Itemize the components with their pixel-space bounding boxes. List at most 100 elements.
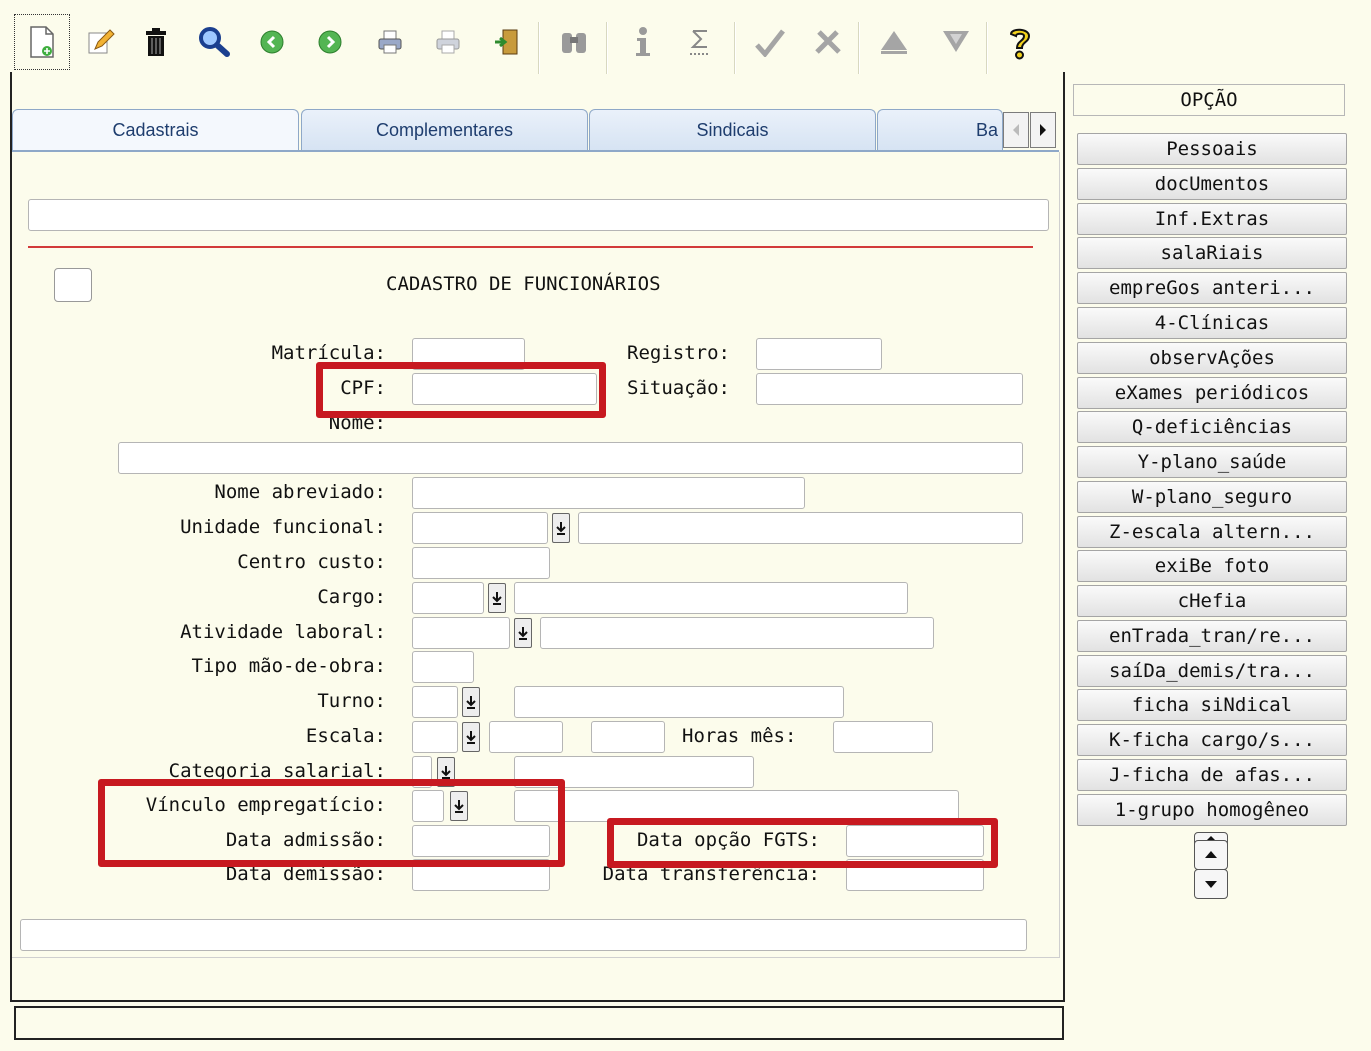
side-button-ficha-sindical[interactable]: ficha siNdical bbox=[1077, 689, 1347, 721]
side-button-exibe-foto[interactable]: exiBe foto bbox=[1077, 550, 1347, 582]
side-button-entrada-transferencia[interactable]: enTrada_tran/re... bbox=[1077, 620, 1347, 652]
horas-mes-input[interactable] bbox=[833, 721, 933, 753]
binoculars-icon[interactable] bbox=[556, 24, 592, 60]
download-arrow-icon bbox=[466, 731, 476, 744]
side-button-label: enTrada_tran/re... bbox=[1109, 625, 1315, 647]
scroll-up-button[interactable] bbox=[1194, 840, 1228, 870]
side-button-grupo-homogeneo[interactable]: 1-grupo homogêneo bbox=[1077, 794, 1347, 826]
tipo-mao-obra-input[interactable] bbox=[412, 651, 474, 683]
escala-field-2[interactable] bbox=[489, 721, 563, 753]
previous-record-icon[interactable] bbox=[254, 24, 290, 60]
side-button-inf-extras[interactable]: Inf.Extras bbox=[1077, 203, 1347, 235]
record-checkbox[interactable] bbox=[54, 268, 92, 302]
option-header: OPÇÃO bbox=[1073, 84, 1345, 116]
bottom-message-field[interactable] bbox=[20, 919, 1027, 951]
search-magnifier-icon[interactable] bbox=[196, 24, 232, 60]
new-document-icon[interactable] bbox=[14, 14, 70, 70]
toolbar-separator bbox=[986, 22, 988, 74]
nome-abreviado-input[interactable] bbox=[412, 477, 805, 509]
trash-icon[interactable] bbox=[138, 24, 174, 60]
side-button-plano-seguro[interactable]: W-plano_seguro bbox=[1077, 481, 1347, 513]
side-button-saida-demissao[interactable]: saíDa_demis/tra... bbox=[1077, 655, 1347, 687]
atividade-laboral-desc-input[interactable] bbox=[540, 617, 934, 649]
unidade-funcional-desc-input[interactable] bbox=[578, 512, 1023, 544]
registro-input[interactable] bbox=[756, 338, 882, 370]
atividade-laboral-code-input[interactable] bbox=[412, 617, 510, 649]
turno-code-input[interactable] bbox=[412, 686, 458, 718]
side-button-deficiencias[interactable]: Q-deficiências bbox=[1077, 411, 1347, 443]
turno-desc-input[interactable] bbox=[514, 686, 844, 718]
side-button-plano-saude[interactable]: Y-plano_saúde bbox=[1077, 446, 1347, 478]
side-button-clinicas[interactable]: 4-Clínicas bbox=[1077, 307, 1347, 339]
toolbar-separator bbox=[858, 22, 860, 74]
tab-cadastrais[interactable]: Cadastrais bbox=[12, 109, 299, 151]
vinculo-admissao-highlight-box bbox=[98, 779, 565, 867]
side-button-label: ficha siNdical bbox=[1131, 694, 1293, 716]
side-button-label: empreGos anteri... bbox=[1109, 277, 1315, 299]
side-button-ficha-afastamento[interactable]: J-ficha de afas... bbox=[1077, 759, 1347, 791]
tab-ba[interactable]: Ba bbox=[877, 109, 1003, 151]
unidade-funcional-label: Unidade funcional: bbox=[180, 516, 386, 538]
print-preview-icon[interactable] bbox=[430, 24, 466, 60]
side-button-label: Q-deficiências bbox=[1131, 416, 1293, 438]
turno-dropdown-button[interactable] bbox=[462, 687, 480, 717]
tools-icon[interactable] bbox=[810, 24, 846, 60]
tab-scroll-right-button[interactable] bbox=[1030, 112, 1056, 148]
download-arrow-icon bbox=[492, 592, 502, 605]
side-button-salariais[interactable]: salaRiais bbox=[1077, 237, 1347, 269]
cpf-highlight-box bbox=[316, 362, 606, 418]
situacao-input[interactable] bbox=[756, 373, 1023, 405]
side-button-documentos[interactable]: docUmentos bbox=[1077, 168, 1347, 200]
top-message-field[interactable] bbox=[28, 199, 1049, 231]
scroll-down-button[interactable] bbox=[1194, 869, 1228, 899]
side-button-label: eXames periódicos bbox=[1114, 382, 1310, 404]
next-record-icon[interactable] bbox=[312, 24, 348, 60]
unidade-funcional-dropdown-button[interactable] bbox=[552, 513, 570, 543]
escala-field-3[interactable] bbox=[591, 721, 665, 753]
tab-label: Ba bbox=[975, 120, 998, 140]
up-triangle-icon[interactable] bbox=[876, 24, 912, 60]
toolbar bbox=[10, 10, 1062, 74]
side-button-label: W-plano_seguro bbox=[1131, 486, 1293, 508]
escala-code-input[interactable] bbox=[412, 721, 458, 753]
header-divider bbox=[28, 246, 1033, 248]
side-button-exames-periodicos[interactable]: eXames periódicos bbox=[1077, 377, 1347, 409]
help-question-icon[interactable] bbox=[1002, 24, 1038, 60]
side-button-empregos-anteriores[interactable]: empreGos anteri... bbox=[1077, 272, 1347, 304]
side-button-escala-alternativa[interactable]: Z-escala altern... bbox=[1077, 516, 1347, 548]
download-arrow-icon bbox=[556, 522, 566, 535]
check-icon[interactable] bbox=[752, 24, 788, 60]
centro-custo-input[interactable] bbox=[412, 547, 550, 579]
download-arrow-icon bbox=[466, 696, 476, 709]
info-icon[interactable] bbox=[624, 24, 660, 60]
side-button-ficha-cargo[interactable]: K-ficha cargo/s... bbox=[1077, 724, 1347, 756]
unidade-funcional-code-input[interactable] bbox=[412, 512, 548, 544]
tab-sindicais[interactable]: Sindicais bbox=[589, 109, 876, 151]
nome-input[interactable] bbox=[118, 442, 1023, 474]
cargo-dropdown-button[interactable] bbox=[488, 583, 506, 613]
atividade-laboral-dropdown-button[interactable] bbox=[514, 618, 532, 648]
option-header-label: OPÇÃO bbox=[1180, 89, 1238, 111]
tab-complementares[interactable]: Complementares bbox=[301, 109, 588, 151]
side-button-label: cHefia bbox=[1177, 590, 1247, 612]
side-button-label: Y-plano_saúde bbox=[1137, 451, 1287, 473]
download-arrow-icon bbox=[518, 627, 528, 640]
toolbar-separator bbox=[538, 22, 540, 74]
chevron-right-icon bbox=[1040, 124, 1046, 136]
side-button-chefia[interactable]: cHefia bbox=[1077, 585, 1347, 617]
side-button-observacoes[interactable]: observAções bbox=[1077, 342, 1347, 374]
escala-dropdown-button[interactable] bbox=[462, 722, 480, 752]
sum-icon[interactable] bbox=[682, 24, 718, 60]
caret-down-icon bbox=[1205, 881, 1217, 888]
exit-door-icon[interactable] bbox=[488, 24, 524, 60]
down-triangle-icon[interactable] bbox=[938, 24, 974, 60]
print-icon[interactable] bbox=[372, 24, 408, 60]
cargo-desc-input[interactable] bbox=[514, 582, 908, 614]
side-button-pessoais[interactable]: Pessoais bbox=[1077, 133, 1347, 165]
cargo-code-input[interactable] bbox=[412, 582, 484, 614]
side-button-label: 4-Clínicas bbox=[1154, 312, 1270, 334]
download-arrow-icon bbox=[441, 766, 451, 779]
edit-pencil-icon[interactable] bbox=[82, 24, 118, 60]
tab-scroll-left-button[interactable] bbox=[1003, 112, 1029, 148]
side-button-label: J-ficha de afas... bbox=[1109, 764, 1315, 786]
